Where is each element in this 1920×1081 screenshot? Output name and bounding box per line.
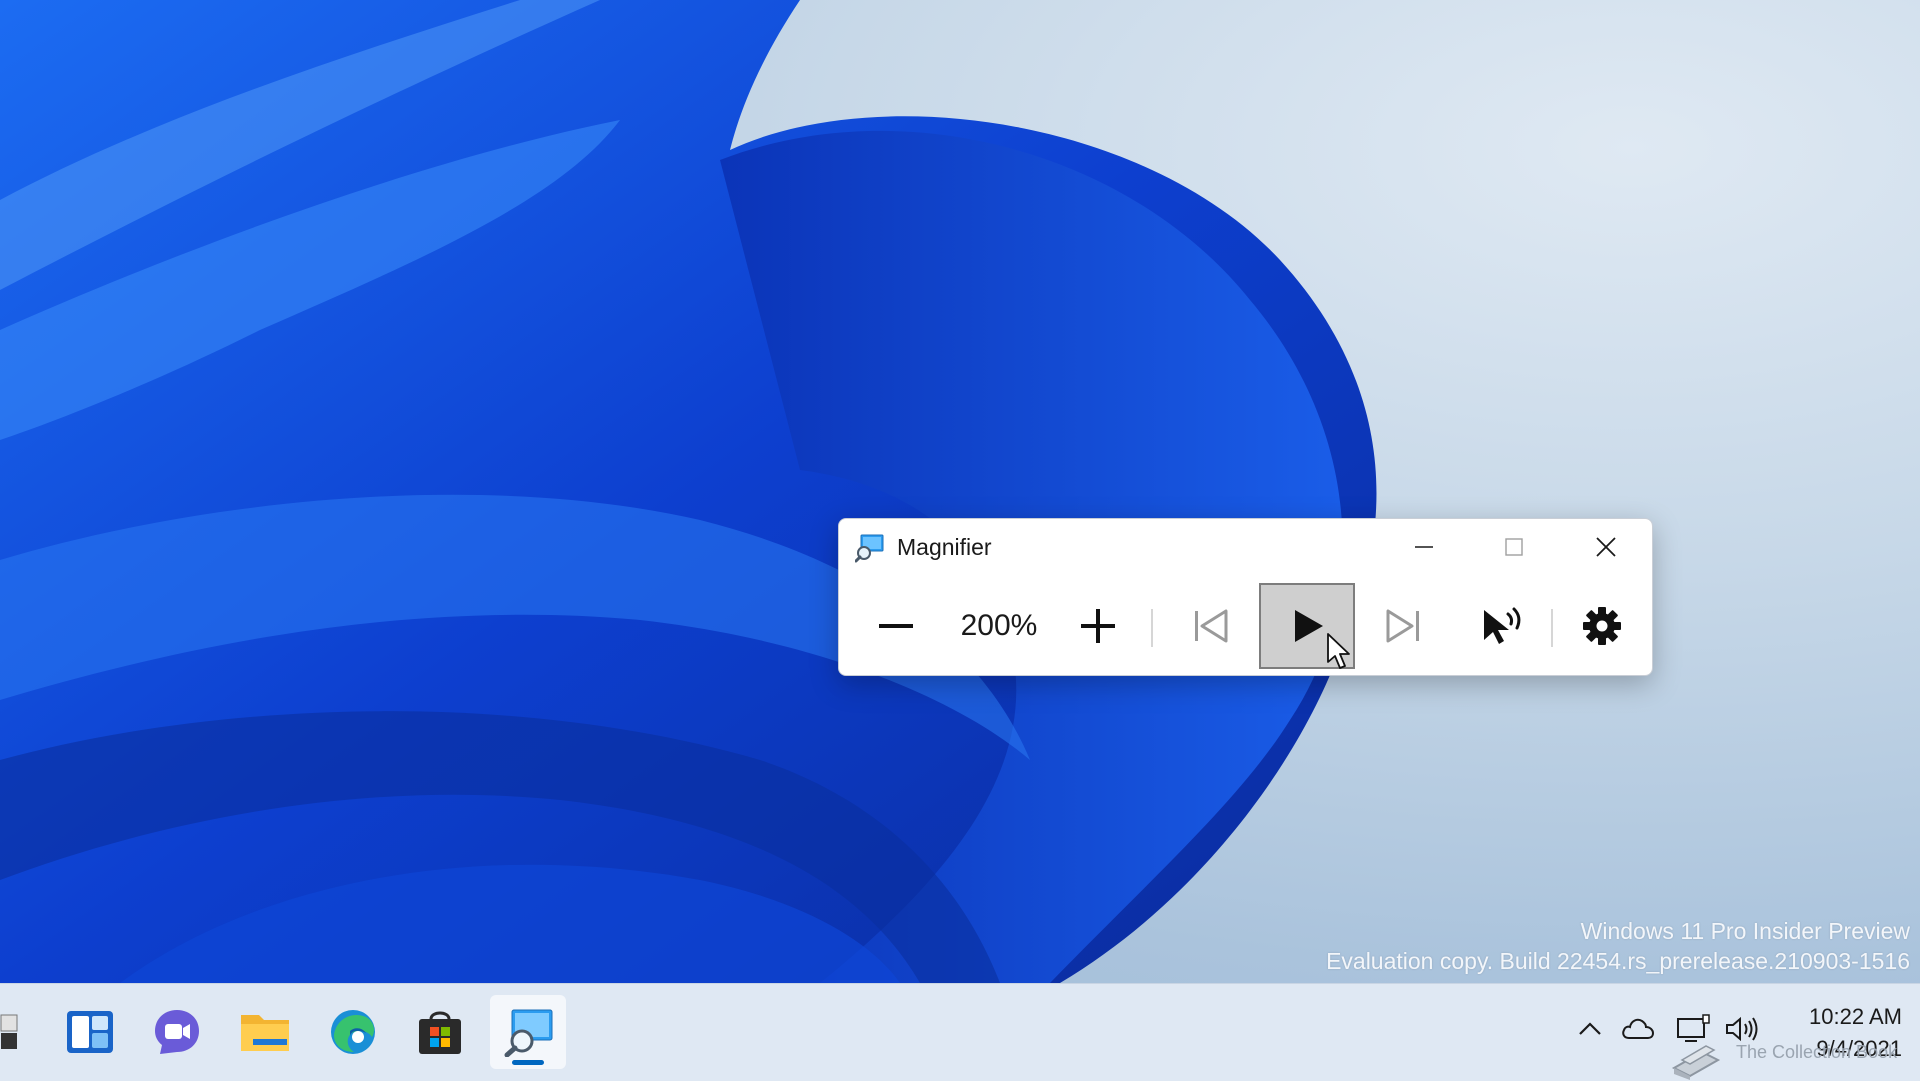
teams-chat-icon xyxy=(155,1010,199,1054)
zoom-level: 200% xyxy=(960,609,1038,642)
edge-icon xyxy=(331,1010,375,1054)
maximize-icon xyxy=(1505,538,1523,556)
window-title: Magnifier xyxy=(897,534,992,560)
read-from-here-button[interactable] xyxy=(1457,583,1547,669)
show-hidden-icons-button[interactable] xyxy=(1570,1009,1610,1049)
minus-icon xyxy=(879,624,913,628)
play-icon xyxy=(1295,610,1323,642)
zoom-in-button[interactable] xyxy=(1057,583,1139,669)
widgets-icon xyxy=(67,1011,113,1053)
onedrive-tray-button[interactable] xyxy=(1618,1009,1658,1049)
windows-watermark: Windows 11 Pro Insider Preview Evaluatio… xyxy=(1326,916,1910,976)
active-app-indicator xyxy=(512,1060,544,1065)
magnifier-app-icon xyxy=(504,1009,553,1057)
toolbar-divider xyxy=(1551,609,1553,647)
previous-paragraph-button[interactable] xyxy=(1165,583,1255,669)
folder-icon xyxy=(241,1015,289,1051)
watermark-edition: Windows 11 Pro Insider Preview xyxy=(1580,918,1910,944)
plus-icon xyxy=(1081,609,1115,643)
magnifier-titlebar[interactable]: Magnifier xyxy=(839,519,1652,575)
taskbar-magnifier[interactable] xyxy=(490,995,566,1069)
start-icon xyxy=(0,1014,18,1049)
magnifier-window: Magnifier 200% xyxy=(838,518,1653,676)
book-logo-icon xyxy=(1671,1045,1721,1080)
zoom-out-button[interactable] xyxy=(855,583,937,669)
mouse-pointer-icon xyxy=(1327,633,1350,669)
settings-button[interactable] xyxy=(1561,583,1643,669)
store-icon xyxy=(419,1011,461,1054)
taskbar-widgets[interactable] xyxy=(52,995,128,1069)
taskbar-edge[interactable] xyxy=(315,995,391,1069)
skip-previous-icon xyxy=(1195,609,1228,643)
clock-time: 10:22 AM xyxy=(1809,1004,1902,1029)
collection-book-watermark: The Collection Book xyxy=(1668,1030,1918,1080)
desktop-wallpaper xyxy=(0,0,1920,983)
read-aloud-icon xyxy=(1484,607,1521,644)
magnifier-toolbar: 200% xyxy=(839,577,1652,675)
taskbar-chat[interactable] xyxy=(139,995,215,1069)
toolbar-divider xyxy=(1151,609,1153,647)
taskbar-store[interactable] xyxy=(402,995,478,1069)
start-button[interactable] xyxy=(0,995,38,1069)
gear-icon xyxy=(1583,607,1621,645)
next-paragraph-button[interactable] xyxy=(1359,583,1449,669)
taskbar-file-explorer[interactable] xyxy=(227,995,303,1069)
watermark-build: Evaluation copy. Build 22454.rs_prerelea… xyxy=(1326,948,1910,974)
close-button[interactable] xyxy=(1569,525,1643,569)
minimize-button[interactable] xyxy=(1387,525,1461,569)
bloom-wallpaper xyxy=(0,0,1377,983)
skip-next-icon xyxy=(1386,609,1419,643)
taskbar: 10:22 AM 9/4/2021 xyxy=(0,983,1920,1081)
chevron-up-icon xyxy=(1579,1022,1601,1035)
close-icon xyxy=(1596,537,1616,557)
magnifier-app-icon xyxy=(854,533,885,563)
maximize-button[interactable] xyxy=(1477,525,1551,569)
onedrive-cloud-icon xyxy=(1622,1018,1655,1039)
collection-book-text: The Collection Book xyxy=(1736,1042,1898,1062)
minimize-icon xyxy=(1415,546,1433,548)
